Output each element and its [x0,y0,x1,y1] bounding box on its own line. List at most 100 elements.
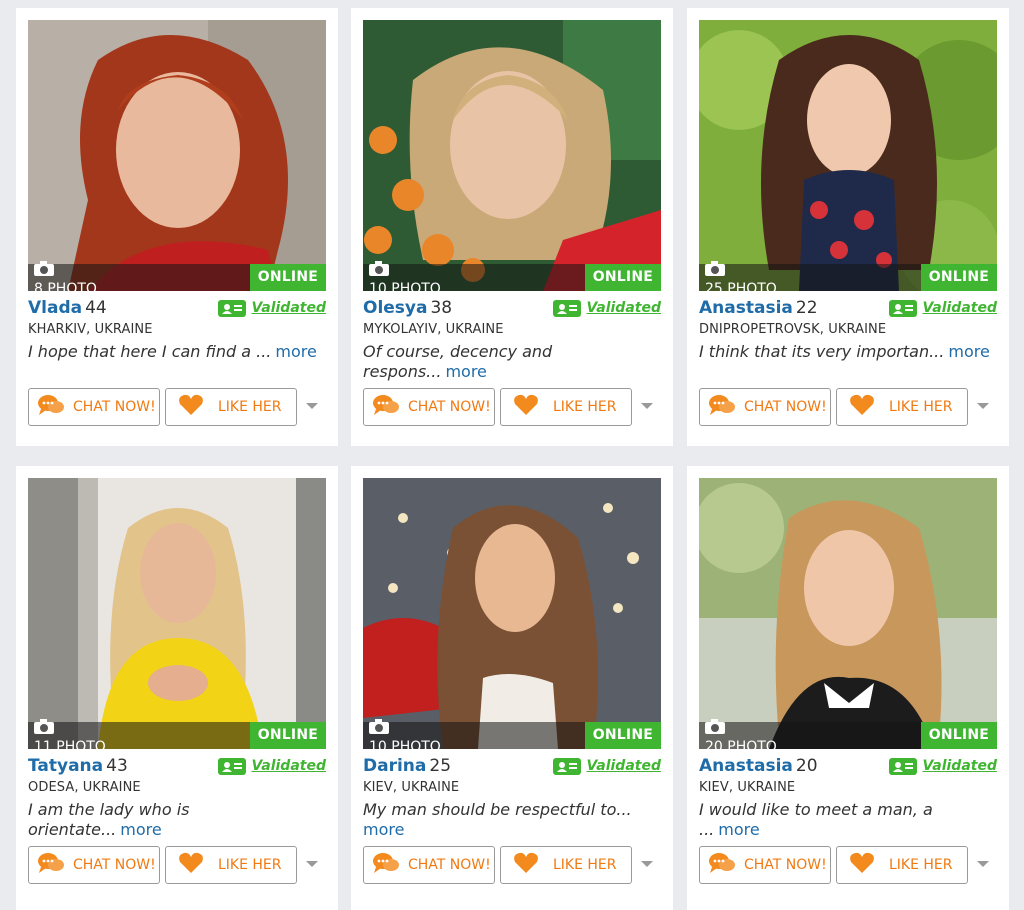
heart-icon [849,852,875,878]
profile-photo[interactable]: 20 PHOTO ONLINE [699,478,997,749]
validated-badge[interactable]: Validated [888,756,997,776]
profile-name[interactable]: Anastasia [699,756,793,776]
profile-card: 11 PHOTO ONLINE Tatyana 43 Validated ODES… [16,466,338,910]
profile-photo[interactable]: 25 PHOTO ONLINE [699,20,997,291]
photo-count: 11 PHOTO [34,739,106,749]
validated-link[interactable]: Validated [252,300,326,316]
chat-now-label: CHAT NOW! [73,399,156,415]
profile-bio: I would like to meet a man, a ... more [699,800,997,840]
chat-now-button[interactable]: CHAT NOW! [699,846,831,884]
id-card-icon [888,757,917,775]
validated-link[interactable]: Validated [923,758,997,774]
more-link[interactable]: more [275,342,316,361]
like-her-label: LIKE HER [553,399,617,415]
chat-now-label: CHAT NOW! [73,857,156,873]
like-her-button[interactable]: LIKE HER [165,846,297,884]
camera-icon [369,719,389,734]
chevron-down-icon[interactable] [305,401,319,411]
id-card-icon [552,299,581,317]
online-status-badge: ONLINE [249,722,326,749]
name-row: Tatyana 43 Validated [28,754,326,778]
profile-location: MYKOLAYIV, UKRAINE [363,322,504,337]
chat-now-button[interactable]: CHAT NOW! [699,388,831,426]
heart-icon [513,394,539,420]
chevron-down-icon[interactable] [976,401,990,411]
id-card-icon [217,299,246,317]
validated-link[interactable]: Validated [923,300,997,316]
profile-name[interactable]: Tatyana [28,756,103,776]
camera-icon [705,261,725,276]
online-status-badge: ONLINE [920,722,997,749]
camera-icon [34,719,54,734]
profile-name[interactable]: Darina [363,756,426,776]
validated-link[interactable]: Validated [587,300,661,316]
photo-count: 10 PHOTO [369,739,441,749]
like-her-label: LIKE HER [218,857,282,873]
profile-grid: 8 PHOTO ONLINE Vlada 44 Validated KHARKIV… [0,0,1024,910]
online-status-badge: ONLINE [584,722,661,749]
profile-name[interactable]: Vlada [28,298,82,318]
photo-count: 10 PHOTO [369,281,441,291]
bio-text: I hope that here I can find a ... [28,342,272,361]
like-her-label: LIKE HER [889,399,953,415]
chat-now-label: CHAT NOW! [408,857,491,873]
id-card-icon [552,757,581,775]
online-status-badge: ONLINE [920,264,997,291]
chat-bubbles-icon [37,393,65,421]
chat-now-button[interactable]: CHAT NOW! [28,388,160,426]
profile-location: KHARKIV, UKRAINE [28,322,153,337]
chat-bubbles-icon [372,393,400,421]
profile-age: 20 [795,756,818,776]
profile-name[interactable]: Olesya [363,298,427,318]
like-her-button[interactable]: LIKE HER [500,388,632,426]
camera-icon [34,261,54,276]
profile-photo[interactable]: 10 PHOTO ONLINE [363,20,661,291]
like-her-button[interactable]: LIKE HER [500,846,632,884]
validated-link[interactable]: Validated [587,758,661,774]
chevron-down-icon[interactable] [640,859,654,869]
profile-card: 8 PHOTO ONLINE Vlada 44 Validated KHARKIV… [16,8,338,446]
more-link[interactable]: more [120,820,161,839]
validated-badge[interactable]: Validated [217,756,326,776]
more-link[interactable]: more [445,362,486,381]
validated-link[interactable]: Validated [252,758,326,774]
chat-now-button[interactable]: CHAT NOW! [363,846,495,884]
more-link[interactable]: more [363,820,404,839]
validated-badge[interactable]: Validated [552,756,661,776]
like-her-button[interactable]: LIKE HER [836,846,968,884]
id-card-icon [217,757,246,775]
profile-location: KIEV, UKRAINE [699,780,796,795]
profile-photo[interactable]: 10 PHOTO ONLINE [363,478,661,749]
profile-name[interactable]: Anastasia [699,298,793,318]
like-her-label: LIKE HER [553,857,617,873]
chevron-down-icon[interactable] [305,859,319,869]
validated-badge[interactable]: Validated [217,298,326,318]
chat-now-button[interactable]: CHAT NOW! [363,388,495,426]
profile-bio: I hope that here I can find a ... more [28,342,326,362]
profile-age: 25 [429,756,452,776]
id-card-icon [888,299,917,317]
photo-count: 8 PHOTO [34,281,97,291]
validated-badge[interactable]: Validated [888,298,997,318]
more-link[interactable]: more [948,342,989,361]
profile-photo[interactable]: 8 PHOTO ONLINE [28,20,326,291]
heart-icon [178,394,204,420]
validated-badge[interactable]: Validated [552,298,661,318]
profile-card: 25 PHOTO ONLINE Anastasia 22 Validated DN… [687,8,1009,446]
profile-age: 44 [85,298,107,318]
like-her-button[interactable]: LIKE HER [836,388,968,426]
name-row: Darina 25 Validated [363,754,661,778]
profile-photo[interactable]: 11 PHOTO ONLINE [28,478,326,749]
profile-age: 22 [795,298,818,318]
chevron-down-icon[interactable] [976,859,990,869]
camera-icon [369,261,389,276]
bio-text: My man should be respectful to... [363,800,632,819]
profile-card: 10 PHOTO ONLINE Olesya 38 Validated MYKOL… [351,8,673,446]
chevron-down-icon[interactable] [640,401,654,411]
chat-now-label: CHAT NOW! [408,399,491,415]
more-link[interactable]: more [718,820,759,839]
chat-bubbles-icon [708,393,736,421]
chat-now-button[interactable]: CHAT NOW! [28,846,160,884]
like-her-button[interactable]: LIKE HER [165,388,297,426]
like-her-label: LIKE HER [889,857,953,873]
